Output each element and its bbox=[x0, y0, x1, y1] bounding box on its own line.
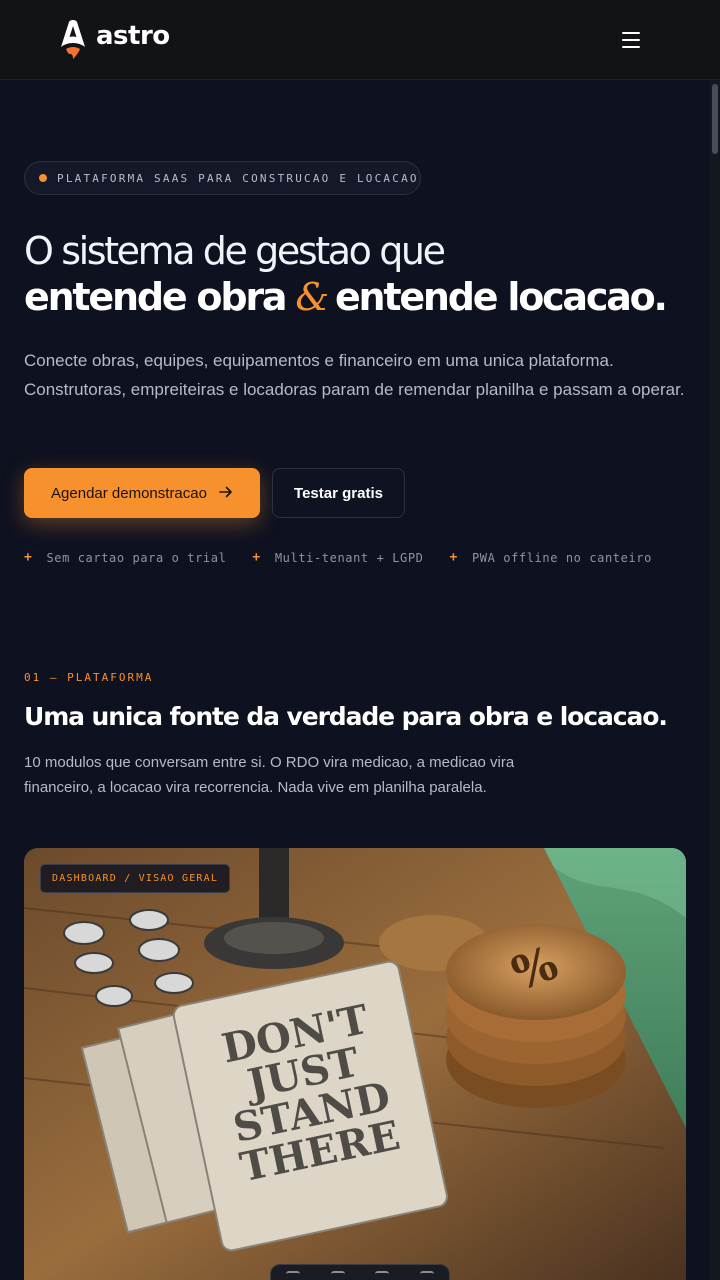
hamburger-menu-icon[interactable] bbox=[614, 24, 648, 56]
hero-description: Conecte obras, equipes, equipamentos e f… bbox=[24, 351, 685, 399]
astro-logo-icon bbox=[58, 18, 88, 59]
toolbar-icon[interactable] bbox=[286, 1271, 301, 1280]
plus-icon: + bbox=[24, 550, 33, 565]
image-badge: DASHBOARD / VISAO GERAL bbox=[40, 864, 231, 893]
arrow-right-icon bbox=[219, 485, 233, 502]
schedule-demo-button[interactable]: Agendar demonstracao bbox=[24, 468, 260, 518]
dashboard-preview-image: % DON'T JUST STAND THERE DASHBOARD / VIS… bbox=[24, 848, 686, 1280]
scrollbar-track[interactable] bbox=[710, 80, 720, 1280]
hero-title: O sistema de gestao que entende obra & ent… bbox=[24, 228, 704, 320]
section-description: 10 modulos que conversam entre si. O RDO… bbox=[24, 754, 515, 796]
section-title: Uma unica fonte da verdade para obra e l… bbox=[24, 702, 668, 731]
hero-title-line1: O sistema de gestao que bbox=[24, 229, 446, 273]
brand-name: astro bbox=[96, 21, 170, 51]
feature-item: + PWA offline no canteiro bbox=[450, 550, 652, 565]
hero-title-ampersand: & bbox=[295, 275, 329, 319]
hero-title-part1: entende obra bbox=[24, 275, 288, 319]
status-dot-icon bbox=[39, 174, 47, 182]
feature-text: PWA offline no canteiro bbox=[471, 550, 652, 565]
hero-badge: PLATAFORMA SAAS PARA CONSTRUCAO E LOCACA… bbox=[24, 161, 421, 195]
dev-toolbar[interactable] bbox=[270, 1264, 450, 1280]
photo-illustration: % DON'T JUST STAND THERE bbox=[24, 848, 686, 1280]
feature-text: Multi-tenant + LGPD bbox=[274, 550, 424, 565]
toolbar-icon[interactable] bbox=[330, 1271, 345, 1280]
brand-logo[interactable]: astro bbox=[58, 18, 170, 59]
section-label: 01 — PLATAFORMA bbox=[24, 671, 154, 684]
schedule-demo-label: Agendar demonstracao bbox=[51, 484, 207, 502]
feature-item: + Multi-tenant + LGPD bbox=[252, 550, 423, 565]
plus-icon: + bbox=[449, 550, 458, 565]
toolbar-icon[interactable] bbox=[375, 1271, 390, 1280]
feature-list: + Sem cartao para o trial + Multi-tenant… bbox=[24, 550, 652, 565]
hero-badge-text: PLATAFORMA SAAS PARA CONSTRUCAO E LOCACA… bbox=[57, 171, 419, 185]
free-trial-label: Testar gratis bbox=[294, 484, 383, 502]
hero-title-period: . bbox=[653, 275, 668, 319]
settings-icon[interactable] bbox=[419, 1271, 434, 1280]
plus-icon: + bbox=[252, 550, 261, 565]
feature-item: + Sem cartao para o trial bbox=[24, 550, 226, 565]
hero-title-part2: entende locacao bbox=[334, 275, 656, 319]
free-trial-button[interactable]: Testar gratis bbox=[272, 468, 405, 518]
feature-text: Sem cartao para o trial bbox=[46, 550, 227, 565]
hero-title-line2: entende obra & entende locacao. bbox=[24, 274, 704, 320]
site-header: astro bbox=[0, 0, 720, 80]
scrollbar-thumb[interactable] bbox=[712, 84, 718, 154]
